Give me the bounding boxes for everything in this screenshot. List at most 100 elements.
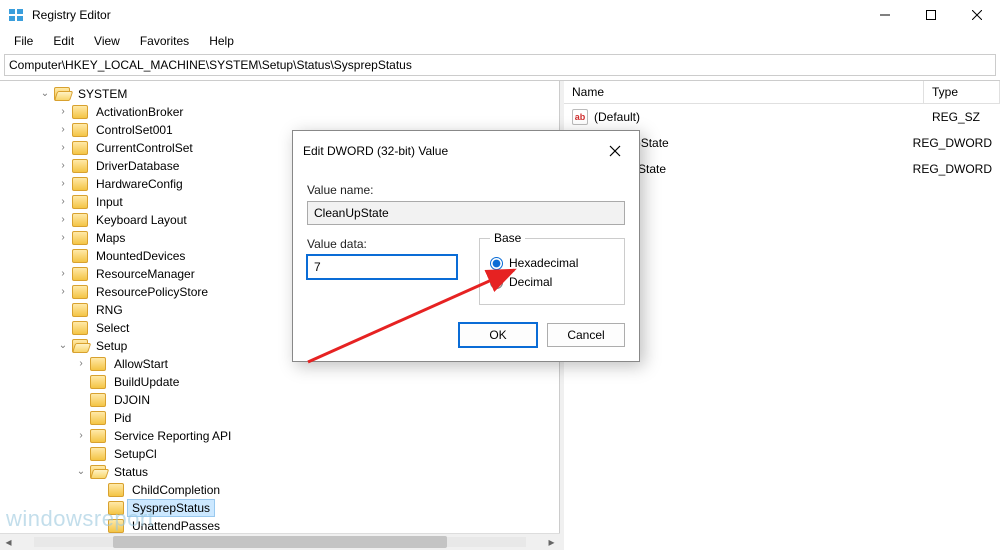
value-data-field[interactable] xyxy=(307,255,457,279)
folder-icon xyxy=(90,411,106,425)
close-button[interactable] xyxy=(954,0,1000,30)
folder-icon xyxy=(108,501,124,515)
tree-node[interactable]: BuildUpdate xyxy=(0,373,559,391)
menu-view[interactable]: View xyxy=(86,32,128,50)
string-value-icon: ab xyxy=(572,109,588,125)
value-type: REG_DWORD xyxy=(905,133,1000,153)
expand-icon[interactable]: › xyxy=(58,215,68,226)
tree-node[interactable]: SetupCl xyxy=(0,445,559,463)
tree-node-label: CurrentControlSet xyxy=(92,140,197,156)
expand-icon[interactable]: › xyxy=(58,269,68,280)
folder-icon xyxy=(90,357,106,371)
folder-icon xyxy=(72,249,88,263)
scroll-track[interactable] xyxy=(34,537,526,547)
folder-icon xyxy=(72,141,88,155)
value-type: REG_DWORD xyxy=(905,159,1000,179)
tree-node-label: SetupCl xyxy=(110,446,161,462)
expand-icon[interactable]: › xyxy=(58,179,68,190)
tree-node-label: Service Reporting API xyxy=(110,428,235,444)
radio-decimal-input[interactable] xyxy=(490,276,503,289)
window-titlebar: Registry Editor xyxy=(0,0,1000,30)
cancel-button[interactable]: Cancel xyxy=(547,323,625,347)
tree-node[interactable]: ›ActivationBroker xyxy=(0,103,559,121)
radio-hexadecimal[interactable]: Hexadecimal xyxy=(490,256,614,270)
tree-node-label: DriverDatabase xyxy=(92,158,183,174)
folder-icon xyxy=(54,87,70,101)
folder-icon xyxy=(72,231,88,245)
scroll-right-icon[interactable]: ▸ xyxy=(543,534,560,551)
collapse-icon[interactable]: ⌄ xyxy=(76,466,86,478)
tree-node-label: RNG xyxy=(92,302,127,318)
tree-node-label: Input xyxy=(92,194,127,210)
column-type[interactable]: Type xyxy=(924,81,1000,103)
folder-icon xyxy=(72,105,88,119)
value-type: REG_SZ xyxy=(924,107,1000,127)
tree-node[interactable]: ChildCompletion xyxy=(0,481,559,499)
value-data-label: Value data: xyxy=(307,237,457,251)
folder-icon xyxy=(72,159,88,173)
menu-favorites[interactable]: Favorites xyxy=(132,32,197,50)
radio-hexadecimal-input[interactable] xyxy=(490,257,503,270)
expand-icon[interactable]: › xyxy=(58,287,68,298)
tree-node[interactable]: Pid xyxy=(0,409,559,427)
menu-bar: File Edit View Favorites Help xyxy=(0,30,1000,52)
collapse-icon[interactable]: ⌄ xyxy=(40,88,50,100)
folder-icon xyxy=(90,447,106,461)
radio-decimal[interactable]: Decimal xyxy=(490,275,614,289)
tree-node[interactable]: ⌄ Status xyxy=(0,463,559,481)
folder-icon xyxy=(90,429,106,443)
tree-node-label: Status xyxy=(110,464,152,480)
menu-edit[interactable]: Edit xyxy=(45,32,82,50)
radio-hexadecimal-label: Hexadecimal xyxy=(509,256,578,270)
address-bar[interactable]: Computer\HKEY_LOCAL_MACHINE\SYSTEM\Setup… xyxy=(4,54,996,76)
tree-node-label: BuildUpdate xyxy=(110,374,183,390)
expand-icon[interactable]: › xyxy=(58,143,68,154)
value-row[interactable]: ab (Default) REG_SZ xyxy=(564,104,1000,130)
close-icon xyxy=(609,145,621,157)
tree-node[interactable]: › Service Reporting API xyxy=(0,427,559,445)
tree-node-label: Select xyxy=(92,320,133,336)
dialog-titlebar[interactable]: Edit DWORD (32-bit) Value xyxy=(293,131,639,171)
value-name: (Default) xyxy=(594,110,640,124)
tree-node-label: HardwareConfig xyxy=(92,176,187,192)
radio-decimal-label: Decimal xyxy=(509,275,552,289)
ok-button[interactable]: OK xyxy=(459,323,537,347)
folder-icon xyxy=(72,177,88,191)
tree-node[interactable]: SysprepStatus xyxy=(0,499,559,517)
menu-file[interactable]: File xyxy=(6,32,41,50)
folder-icon xyxy=(72,321,88,335)
expand-icon[interactable]: › xyxy=(58,161,68,172)
dialog-body: Value name: Value data: Base Hexadecimal… xyxy=(293,171,639,361)
folder-icon xyxy=(72,195,88,209)
value-name-label: Value name: xyxy=(307,183,625,197)
tree-node[interactable]: DJOIN xyxy=(0,391,559,409)
expand-icon[interactable]: › xyxy=(76,431,86,442)
value-name-field xyxy=(307,201,625,225)
tree-h-scrollbar[interactable]: ◂ ▸ xyxy=(0,533,560,550)
scroll-thumb[interactable] xyxy=(113,536,448,548)
edit-dword-dialog: Edit DWORD (32-bit) Value Value name: Va… xyxy=(292,130,640,362)
scroll-left-icon[interactable]: ◂ xyxy=(0,534,17,551)
tree-node[interactable]: ⌄SYSTEM xyxy=(0,85,559,103)
column-name[interactable]: Name xyxy=(564,81,924,103)
menu-help[interactable]: Help xyxy=(201,32,242,50)
folder-icon xyxy=(90,375,106,389)
expand-icon[interactable]: › xyxy=(58,197,68,208)
expand-icon[interactable]: › xyxy=(76,359,86,370)
tree-node-label: ResourcePolicyStore xyxy=(92,284,212,300)
window-title: Registry Editor xyxy=(32,8,862,22)
folder-icon xyxy=(72,123,88,137)
expand-icon[interactable]: › xyxy=(58,107,68,118)
tree-node-label: AllowStart xyxy=(110,356,172,372)
tree-node-label: ChildCompletion xyxy=(128,482,224,498)
values-header: Name Type xyxy=(564,81,1000,104)
expand-icon[interactable]: › xyxy=(58,233,68,244)
maximize-button[interactable] xyxy=(908,0,954,30)
expand-icon[interactable]: › xyxy=(58,125,68,136)
folder-icon xyxy=(72,267,88,281)
tree-node-label: SysprepStatus xyxy=(128,500,214,516)
minimize-button[interactable] xyxy=(862,0,908,30)
tree-node-label: MountedDevices xyxy=(92,248,189,264)
collapse-icon[interactable]: ⌄ xyxy=(58,340,68,352)
dialog-close-button[interactable] xyxy=(601,139,629,163)
